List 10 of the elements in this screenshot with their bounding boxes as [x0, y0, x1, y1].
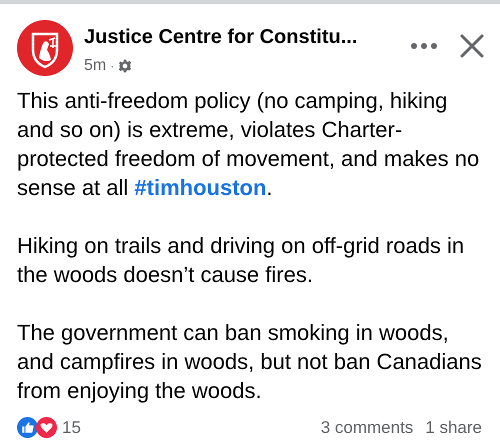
- separator-dot: ·: [110, 58, 114, 75]
- shares-link[interactable]: 1 share: [425, 415, 482, 440]
- post-paragraph: Hiking on trails and driving on off-grid roads in the woods doesn’t cause fires.: [17, 232, 466, 289]
- post-paragraph: The government can ban smoking in woods, and campfires in woods, but not ban Canadians from enjoying the woods.: [17, 319, 483, 405]
- post-paragraph: This anti-freedom policy (no camping, hiking and so on) is extreme, violates Charter-protected freedom of movement, and makes no sense at all #timhouston.: [17, 87, 480, 202]
- comments-link[interactable]: 3 comments: [320, 415, 414, 440]
- hashtag-link[interactable]: #timhouston: [134, 175, 266, 200]
- reaction-count[interactable]: 15: [62, 415, 81, 440]
- post-time: 5m: [84, 56, 106, 76]
- page-name[interactable]: Justice Centre for Constitu...: [84, 24, 410, 50]
